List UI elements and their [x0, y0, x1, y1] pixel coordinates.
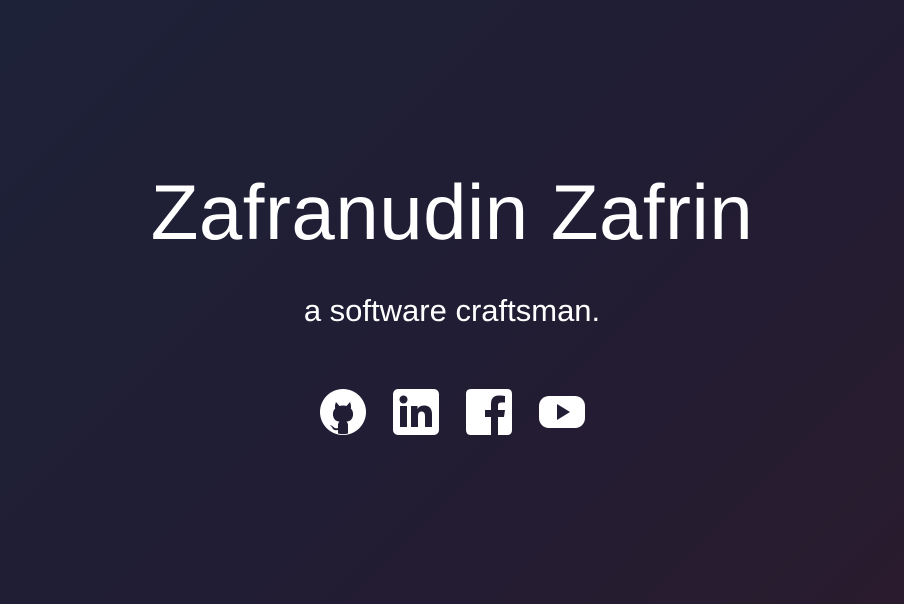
hero-section: Zafranudin Zafrin a software craftsman. — [0, 0, 904, 604]
youtube-link[interactable] — [538, 388, 586, 436]
facebook-icon — [465, 389, 512, 435]
github-icon — [319, 389, 366, 435]
linkedin-link[interactable] — [392, 388, 440, 436]
tagline: a software craftsman. — [303, 293, 601, 328]
github-link[interactable] — [319, 388, 367, 436]
facebook-link[interactable] — [465, 388, 513, 436]
linkedin-icon — [392, 389, 439, 435]
youtube-icon — [538, 396, 585, 428]
page-title: Zafranudin Zafrin — [150, 168, 754, 256]
social-links — [0, 388, 904, 436]
